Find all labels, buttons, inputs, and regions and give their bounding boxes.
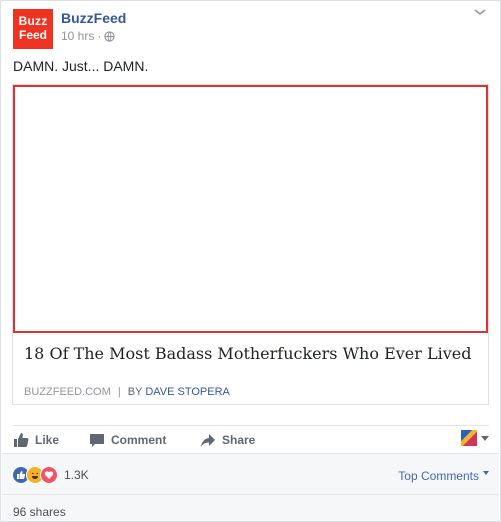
comment-button[interactable]: Comment <box>89 432 166 448</box>
divider <box>2 494 499 495</box>
share-button[interactable]: Share <box>200 432 255 448</box>
meta-separator: · <box>97 29 102 43</box>
viewer-avatar <box>461 430 477 446</box>
link-domain: BUZZFEED.COM <box>24 386 111 398</box>
shares-count[interactable]: 96 shares <box>13 505 66 519</box>
post-meta: 10 hrs · <box>61 29 115 43</box>
page-name-link[interactable]: BuzzFeed <box>61 10 126 26</box>
post-card: Buzz Feed BuzzFeed 10 hrs · DAMN. Just..… <box>0 0 501 522</box>
reactions-footer: 1.3K Top Comments 96 shares <box>2 453 499 521</box>
reaction-count[interactable]: 1.3K <box>64 468 89 482</box>
link-title[interactable]: 18 Of The Most Badass Motherfuckers Who … <box>24 344 479 363</box>
caret-down-icon <box>483 471 489 475</box>
globe-icon[interactable] <box>104 30 115 42</box>
post-header: Buzz Feed BuzzFeed 10 hrs · <box>13 9 489 49</box>
comment-icon <box>90 434 104 447</box>
like-label: Like <box>35 433 60 447</box>
top-comments-dropdown[interactable]: Top Comments <box>398 469 489 483</box>
reaction-summary[interactable]: 1.3K <box>12 466 89 484</box>
caret-down-icon <box>481 435 489 441</box>
link-by-label: BY <box>127 386 143 398</box>
page-avatar-logo[interactable]: Buzz Feed <box>13 9 53 49</box>
link-preview-image[interactable] <box>13 85 488 333</box>
love-reaction-icon <box>40 466 58 484</box>
logo-text-line1: Buzz <box>18 14 48 28</box>
like-button[interactable]: Like <box>13 432 59 448</box>
like-icon <box>14 433 29 447</box>
chevron-down-icon[interactable] <box>473 5 487 19</box>
top-comments-label: Top Comments <box>398 469 479 483</box>
post-timestamp[interactable]: 10 hrs <box>61 29 94 43</box>
logo-text-line2: Feed <box>18 28 47 42</box>
post-message: DAMN. Just... DAMN. <box>13 58 149 74</box>
comment-label: Comment <box>111 433 167 447</box>
share-icon <box>201 434 215 447</box>
link-preview[interactable]: 18 Of The Most Badass Motherfuckers Who … <box>12 84 489 405</box>
link-author[interactable]: DAVE STOPERA <box>145 386 230 398</box>
link-source: BUZZFEED.COM | BY DAVE STOPERA <box>24 386 230 398</box>
action-bar: Like Comment Share <box>13 425 489 454</box>
share-label: Share <box>222 433 256 447</box>
post-as-selector[interactable] <box>461 430 489 446</box>
link-separator: | <box>117 386 121 398</box>
